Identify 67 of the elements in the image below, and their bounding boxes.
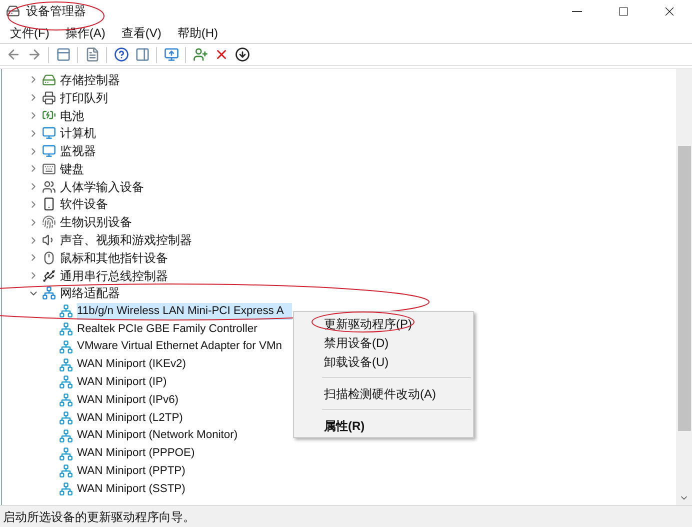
window-title: 设备管理器 xyxy=(26,3,86,20)
scrollbar[interactable] xyxy=(676,69,692,505)
network-adapter-icon xyxy=(59,322,73,336)
network-adapter-icon xyxy=(59,358,73,372)
usb-icon xyxy=(42,268,56,283)
monitor-icon xyxy=(42,126,56,140)
tree-item[interactable]: WAN Miniport (Network Monitor) xyxy=(77,427,241,444)
network-icon xyxy=(42,286,56,300)
tree-item[interactable]: WAN Miniport (PPPOE) xyxy=(77,445,198,462)
panel-icon[interactable] xyxy=(54,46,72,64)
tree-item[interactable]: WAN Miniport (IP) xyxy=(77,374,170,391)
menu-item[interactable]: 操作(A) xyxy=(59,24,112,42)
network-adapter-icon xyxy=(59,340,73,354)
panel-icon[interactable] xyxy=(133,46,151,64)
scrollbar-thumb[interactable] xyxy=(678,146,690,431)
device-add-icon[interactable] xyxy=(191,46,209,64)
minimize-icon xyxy=(572,10,582,12)
mouse-icon xyxy=(42,250,56,265)
tree-item[interactable]: 11b/g/n Wireless LAN Mini-PCI Express A xyxy=(77,302,292,320)
tree-item[interactable]: 人体学输入设备 xyxy=(60,178,144,196)
network-adapter-icon xyxy=(59,411,73,426)
network-adapter-icon xyxy=(59,446,73,461)
tree-item[interactable]: 声音、视频和游戏控制器 xyxy=(60,231,192,250)
tree-item[interactable]: Realtek PCIe GBE Family Controller xyxy=(77,320,260,338)
network-adapter-icon xyxy=(59,393,73,408)
tree-item[interactable]: WAN Miniport (PPTP) xyxy=(77,463,188,480)
keyboard-icon xyxy=(42,162,56,176)
menu-item[interactable]: 卸载设备(U) xyxy=(294,352,473,371)
tree-item[interactable]: 存储控制器 xyxy=(60,70,120,89)
network-adapter-icon xyxy=(59,375,73,390)
tree-item[interactable]: 监视器 xyxy=(60,142,96,160)
maximize-icon xyxy=(618,6,628,16)
menu-item[interactable]: 更新驱动程序(P) xyxy=(294,314,473,333)
tree-item[interactable]: 鼠标和其他指针设备 xyxy=(60,248,168,267)
tree-item[interactable]: 生物识别设备 xyxy=(60,213,132,232)
network-adapter-icon xyxy=(59,428,73,443)
status-text: 启动所选设备的更新驱动程序向导。 xyxy=(3,508,195,526)
menu-item[interactable]: 帮助(H) xyxy=(171,24,224,42)
tree-item[interactable]: 键盘 xyxy=(60,160,84,178)
tree-item[interactable]: 打印队列 xyxy=(60,88,108,107)
tree-item[interactable]: 通用串行总线控制器 xyxy=(60,266,168,285)
fingerprint-icon xyxy=(42,215,56,230)
tree-item[interactable]: WAN Miniport (IPv6) xyxy=(77,392,182,409)
tree-item[interactable]: VMware Virtual Ethernet Adapter for VMn xyxy=(77,338,285,356)
menu-item[interactable]: 属性(R) xyxy=(294,416,473,435)
network-adapter-icon xyxy=(59,464,73,478)
menu-item[interactable]: 查看(V) xyxy=(115,24,168,42)
phone-icon xyxy=(42,197,56,212)
menu-item[interactable]: 禁用设备(D) xyxy=(294,333,473,352)
network-adapter-icon xyxy=(59,482,73,496)
tree-item[interactable]: 计算机 xyxy=(60,124,96,142)
monitor-icon xyxy=(42,144,56,158)
tree-item[interactable]: WAN Miniport (L2TP) xyxy=(77,410,186,426)
download-icon[interactable] xyxy=(233,46,251,64)
menu-item[interactable]: 扫描检测硬件改动(A) xyxy=(294,384,473,403)
network-adapter-icon xyxy=(59,304,73,318)
monitor-icon[interactable] xyxy=(162,46,180,64)
printer-icon xyxy=(42,90,56,105)
tree-item[interactable]: 电池 xyxy=(60,106,84,124)
drive-icon xyxy=(42,72,56,87)
tree-item[interactable]: 网络适配器 xyxy=(60,284,120,302)
tree-item[interactable]: 软件设备 xyxy=(60,195,108,214)
device-manager-icon xyxy=(6,4,20,18)
tree-item[interactable]: WAN Miniport (IKEv2) xyxy=(77,356,189,374)
help-icon[interactable] xyxy=(112,46,130,64)
people-icon xyxy=(42,180,56,194)
tree-item[interactable]: WAN Miniport (SSTP) xyxy=(77,480,188,498)
